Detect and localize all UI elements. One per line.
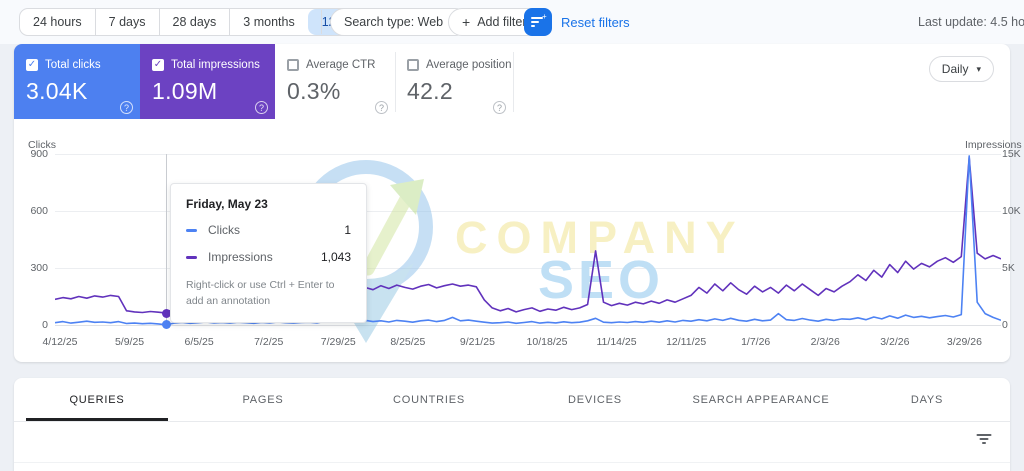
filter-sliders-icon: + xyxy=(531,13,547,27)
table-row-divider xyxy=(14,462,1010,463)
left-axis-tick: 600 xyxy=(30,205,48,217)
tab-days[interactable]: DAYS xyxy=(844,378,1010,421)
chevron-down-icon: ▾ xyxy=(976,63,981,74)
card-divider xyxy=(513,52,514,112)
filter-toolbar: 24 hours7 days28 days3 months12 months▾ … xyxy=(0,0,1024,44)
x-axis-tick: 2/3/26 xyxy=(810,336,840,348)
checkbox-checked-icon[interactable]: ✓ xyxy=(26,59,38,71)
metric-value: 0.3% xyxy=(287,78,341,104)
clicks-hover-dot xyxy=(162,320,171,329)
metric-value: 42.2 xyxy=(407,78,453,104)
checkbox-unchecked-icon[interactable] xyxy=(287,59,299,71)
right-axis-tick: 5K xyxy=(1002,262,1015,274)
date-range-3-months[interactable]: 3 months xyxy=(229,9,307,35)
tab-queries[interactable]: QUERIES xyxy=(14,378,180,421)
metric-label: Total impressions xyxy=(171,59,260,71)
left-axis-tick: 300 xyxy=(30,262,48,274)
right-axis-tick: 0 xyxy=(1002,319,1008,331)
help-icon[interactable]: ? xyxy=(375,101,388,114)
add-filter-label: Add filter xyxy=(477,15,527,29)
tab-devices[interactable]: DEVICES xyxy=(512,378,678,421)
x-axis-tick: 10/18/25 xyxy=(526,336,568,348)
chart-tooltip: Friday, May 23 Clicks 1 Impressions 1,043 R… xyxy=(170,183,367,323)
series-color-dash xyxy=(186,228,197,232)
tooltip-annotation-hint: Right-click or use Ctrl + Enter to add a… xyxy=(186,279,335,308)
left-axis-tick: 900 xyxy=(30,148,48,160)
metric-label: Average CTR xyxy=(306,59,376,71)
x-axis-tick: 1/7/26 xyxy=(741,336,771,348)
tooltip-row-impressions: Impressions 1,043 xyxy=(186,250,351,264)
x-axis-tick: 4/12/25 xyxy=(42,336,78,348)
metric-value: 1.09M xyxy=(152,78,218,104)
hover-crosshair-line xyxy=(166,154,167,326)
plus-icon: + xyxy=(462,14,471,30)
metric-value: 3.04K xyxy=(26,78,88,104)
date-range-28-days[interactable]: 28 days xyxy=(158,9,230,35)
metric-card-total-clicks[interactable]: ✓ Total clicks 3.04K? xyxy=(14,44,140,119)
x-axis-tick: 9/21/25 xyxy=(459,336,495,348)
metric-card-total-impressions[interactable]: ✓ Total impressions 1.09M? xyxy=(140,44,275,119)
x-axis-tick: 3/29/26 xyxy=(946,336,982,348)
metric-label: Average position xyxy=(426,59,512,71)
checkbox-unchecked-icon[interactable] xyxy=(407,59,419,71)
tab-search-appearance[interactable]: SEARCH APPEARANCE xyxy=(678,378,844,421)
help-icon[interactable]: ? xyxy=(120,101,133,114)
dimensions-table-card: QUERIES PAGES COUNTRIES DEVICES SEARCH APPEA… xyxy=(14,378,1010,471)
x-axis-tick: 5/9/25 xyxy=(114,336,145,348)
tabs-divider xyxy=(14,421,1010,422)
help-icon[interactable]: ? xyxy=(255,101,268,114)
toolbar-divider xyxy=(321,10,322,34)
series-color-dash xyxy=(186,255,197,259)
x-axis-tick: 3/2/26 xyxy=(880,336,910,348)
reset-filters-link[interactable]: Reset filters xyxy=(561,15,630,30)
x-axis-tick: 6/5/25 xyxy=(184,336,214,348)
tooltip-date: Friday, May 23 xyxy=(186,197,268,211)
right-axis-tick: 15K xyxy=(1002,148,1021,160)
tooltip-row-clicks: Clicks 1 xyxy=(186,223,351,237)
card-divider xyxy=(395,52,396,112)
metric-label: Total clicks xyxy=(45,59,101,71)
granularity-label: Daily xyxy=(941,62,969,76)
compare-filter-button[interactable]: + xyxy=(524,8,552,36)
x-axis-tick: 11/14/25 xyxy=(596,336,637,348)
last-update-text: Last update: 4.5 hours a xyxy=(918,15,1024,29)
search-type-label: Search type: Web xyxy=(344,15,444,29)
date-range-24-hours[interactable]: 24 hours xyxy=(20,9,95,35)
dimension-tabs: QUERIES PAGES COUNTRIES DEVICES SEARCH APPEA… xyxy=(14,378,1010,421)
date-range-7-days[interactable]: 7 days xyxy=(94,9,159,35)
help-icon[interactable]: ? xyxy=(493,101,506,114)
tab-pages[interactable]: PAGES xyxy=(180,378,346,421)
tab-countries[interactable]: COUNTRIES xyxy=(346,378,512,421)
granularity-dropdown[interactable]: Daily ▾ xyxy=(928,56,994,82)
right-axis-tick: 10K xyxy=(1002,205,1021,217)
metric-card-average-ctr[interactable]: Average CTR 0.3%? xyxy=(275,44,395,119)
table-filter-icon[interactable] xyxy=(976,434,992,446)
left-axis-tick: 0 xyxy=(42,319,48,331)
checkbox-checked-icon[interactable]: ✓ xyxy=(152,59,164,71)
metric-card-average-position[interactable]: Average position 42.2? xyxy=(395,44,513,119)
x-axis-tick: 12/11/25 xyxy=(666,336,707,348)
